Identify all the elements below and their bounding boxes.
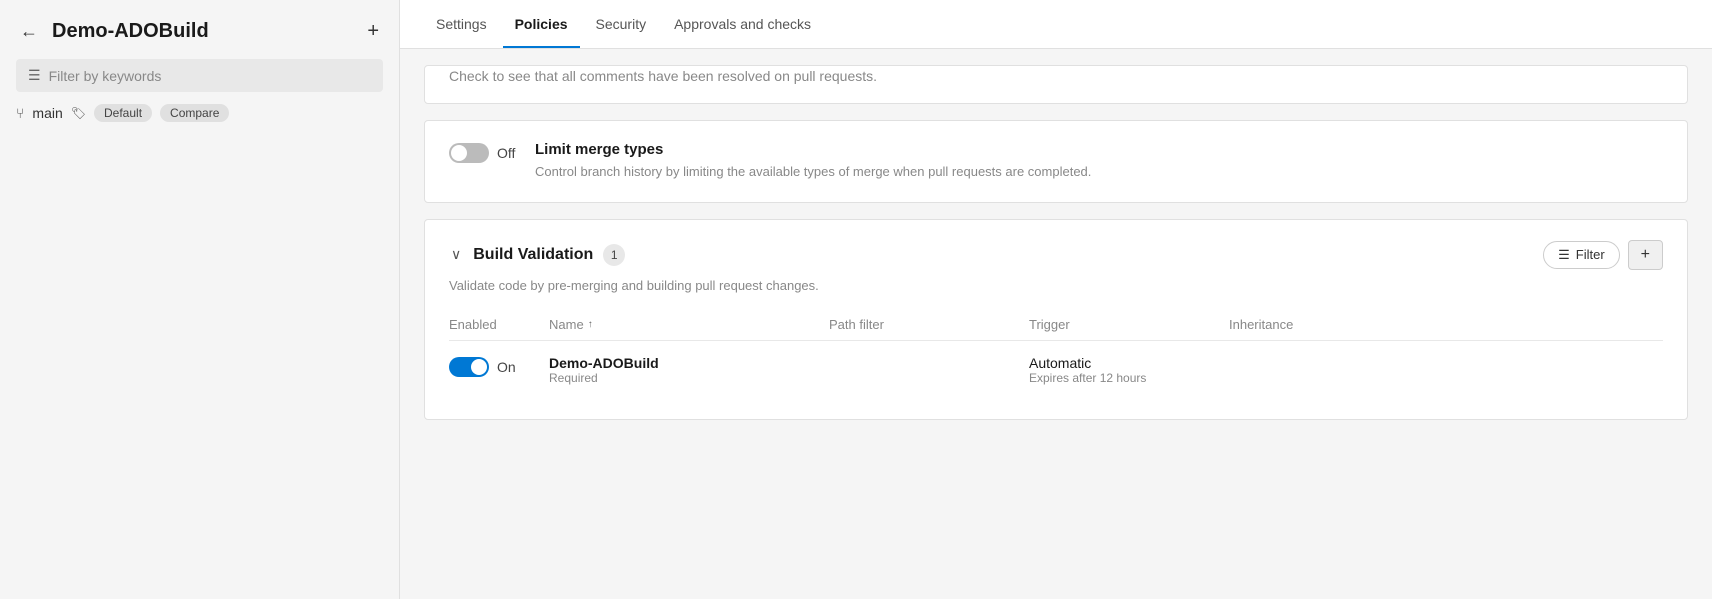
comments-policy-text: Check to see that all comments have been… [449, 66, 1663, 87]
branch-icon: ⑂ [16, 105, 24, 121]
row-toggle-thumb [471, 359, 487, 375]
build-validation-header: ∨ Build Validation 1 ☰ Filter + [449, 240, 1663, 270]
sidebar-header: ← Demo-ADOBuild + [0, 0, 399, 59]
limit-merge-row: Off Limit merge types Control branch his… [449, 141, 1663, 182]
tag-icon: 🏷 [71, 106, 86, 120]
col-name: Name ↑ [549, 309, 829, 341]
col-inheritance: Inheritance [1229, 309, 1663, 341]
filter-placeholder-text: Filter by keywords [49, 68, 162, 84]
table-row: On Demo-ADOBuild Required Automatic Expi… [449, 340, 1663, 399]
section-actions: ☰ Filter + [1543, 240, 1663, 270]
limit-merge-title: Limit merge types [535, 141, 1663, 158]
back-button[interactable]: ← [16, 17, 42, 46]
comments-policy-card: Check to see that all comments have been… [424, 65, 1688, 104]
sidebar-title: Demo-ADOBuild [52, 20, 353, 43]
col-path-filter: Path filter [829, 309, 1029, 341]
tab-settings[interactable]: Settings [424, 0, 499, 48]
limit-merge-card: Off Limit merge types Control branch his… [424, 120, 1688, 203]
row-enabled: On [449, 340, 549, 399]
limit-merge-toggle-label: Off [497, 145, 515, 161]
tab-bar: Settings Policies Security Approvals and… [400, 0, 1712, 49]
build-validation-table: Enabled Name ↑ Path filter Trigger Inher… [449, 309, 1663, 399]
compare-badge[interactable]: Compare [160, 104, 229, 122]
collapse-button[interactable]: ∨ [449, 244, 463, 265]
row-toggle-container: On [449, 355, 537, 377]
branch-name: main [32, 105, 62, 121]
build-validation-desc: Validate code by pre-merging and buildin… [449, 278, 1663, 293]
filter-icon: ☰ [28, 67, 41, 84]
content-area: Check to see that all comments have been… [400, 49, 1712, 599]
row-toggle-label: On [497, 359, 516, 375]
branch-row: ⑂ main 🏷 Default Compare [16, 104, 383, 122]
limit-merge-info: Limit merge types Control branch history… [535, 141, 1663, 182]
row-name-main: Demo-ADOBuild [549, 355, 817, 371]
limit-merge-toggle-container: Off [449, 141, 519, 163]
col-enabled: Enabled [449, 309, 549, 341]
row-trigger-sub: Expires after 12 hours [1029, 371, 1217, 385]
table-header-row: Enabled Name ↑ Path filter Trigger Inher… [449, 309, 1663, 341]
toggle-thumb [451, 145, 467, 161]
row-inheritance [1229, 340, 1663, 399]
filter-button-label: Filter [1576, 247, 1605, 262]
row-name: Demo-ADOBuild Required [549, 340, 829, 399]
row-path-filter [829, 340, 1029, 399]
filter-lines-icon: ☰ [1558, 247, 1570, 263]
limit-merge-toggle[interactable] [449, 143, 489, 163]
build-validation-title: Build Validation [473, 246, 593, 264]
tab-policies[interactable]: Policies [503, 0, 580, 48]
build-validation-card: ∨ Build Validation 1 ☰ Filter + Validate… [424, 219, 1688, 420]
row-trigger: Automatic Expires after 12 hours [1029, 340, 1229, 399]
tab-security[interactable]: Security [584, 0, 659, 48]
default-badge[interactable]: Default [94, 104, 152, 122]
limit-merge-desc: Control branch history by limiting the a… [535, 162, 1663, 182]
sort-icon[interactable]: ↑ [588, 319, 593, 330]
main-panel: Settings Policies Security Approvals and… [400, 0, 1712, 599]
add-validation-button[interactable]: + [1628, 240, 1663, 270]
build-validation-count: 1 [603, 244, 625, 266]
row-trigger-main: Automatic [1029, 355, 1217, 371]
sidebar: ← Demo-ADOBuild + ☰ Filter by keywords ⑂… [0, 0, 400, 599]
col-name-label: Name [549, 317, 584, 332]
tab-approvals-and-checks[interactable]: Approvals and checks [662, 0, 823, 48]
filter-box[interactable]: ☰ Filter by keywords [16, 59, 383, 92]
add-repo-button[interactable]: + [363, 16, 383, 47]
row-name-sub: Required [549, 371, 817, 385]
col-trigger: Trigger [1029, 309, 1229, 341]
filter-button[interactable]: ☰ Filter [1543, 241, 1620, 269]
row-toggle[interactable] [449, 357, 489, 377]
